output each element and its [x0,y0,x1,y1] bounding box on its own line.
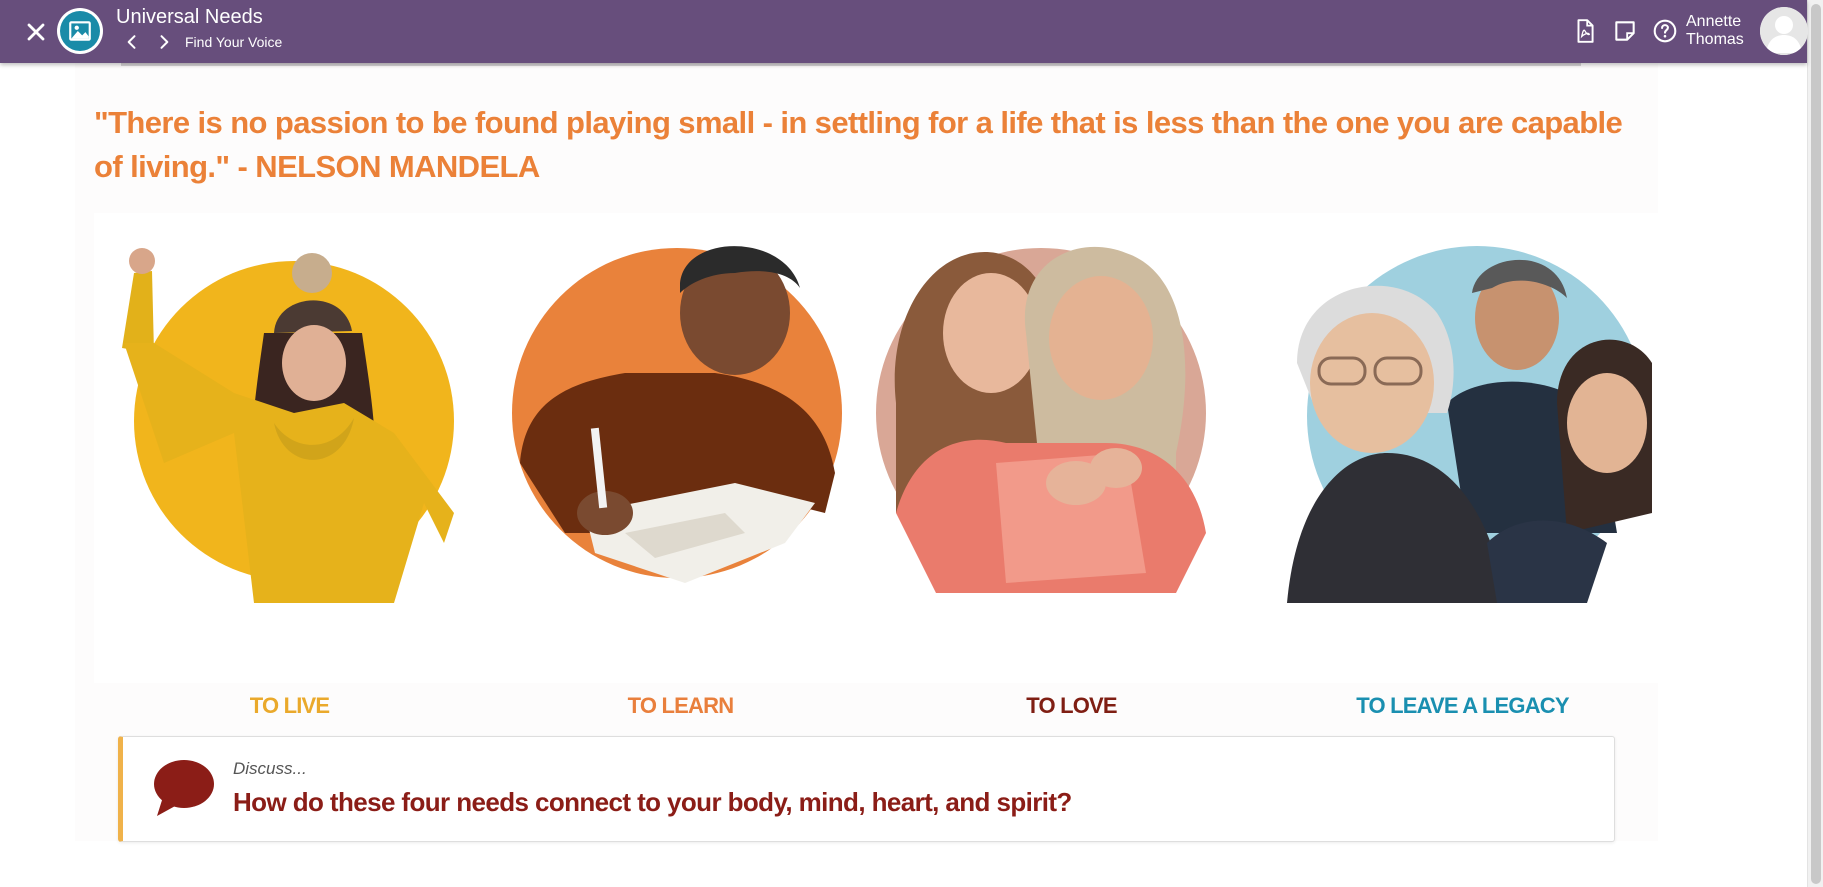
chevron-right-icon[interactable] [154,32,174,52]
need-image-live [122,248,454,603]
page-title: Universal Needs [116,6,263,28]
discuss-question: How do these four needs connect to your … [233,787,1072,817]
need-image-love [876,246,1206,593]
discuss-kicker: Discuss... [233,759,307,778]
notes-icon[interactable] [1612,18,1638,44]
lesson-content: "There is no passion to be found playing… [75,63,1658,841]
help-icon[interactable] [1652,18,1678,44]
pdf-file-icon[interactable] [1572,18,1598,44]
need-label-live: TO LIVE [249,693,330,718]
user-avatar-icon[interactable] [1760,7,1808,55]
need-card-live: TO LIVE [94,213,485,718]
need-label-love: TO LOVE [1026,693,1117,718]
need-card-legacy: TO LEAVE A LEGACY [1267,213,1658,718]
lesson-image-icon [57,8,103,54]
mandela-quote: "There is no passion to be found playing… [94,105,1623,184]
page-scrollbar[interactable] [1807,0,1823,887]
scrollbar-thumb[interactable] [1811,4,1821,884]
divider [121,63,1581,66]
need-label-learn: TO LEARN [627,693,734,718]
need-label-legacy: TO LEAVE A LEGACY [1356,693,1569,718]
speech-bubble-icon [154,760,214,816]
top-app-bar: Universal Needs Find Your Voice Annette … [0,0,1808,63]
chevron-left-icon[interactable] [122,32,142,52]
close-icon[interactable] [22,18,50,46]
need-image-legacy [1287,246,1652,603]
need-image-learn [512,246,842,583]
user-name[interactable]: Annette Thomas [1686,13,1744,49]
need-card-learn: TO LEARN [485,213,876,718]
need-card-love: TO LOVE [876,213,1267,718]
universal-needs-grid: TO LIVE TO LEARN TO LOVE TO LEAVE A LEGA… [94,213,1659,718]
discuss-callout: Discuss... How do these four needs conne… [118,736,1615,842]
breadcrumb-subtitle: Find Your Voice [185,34,283,50]
